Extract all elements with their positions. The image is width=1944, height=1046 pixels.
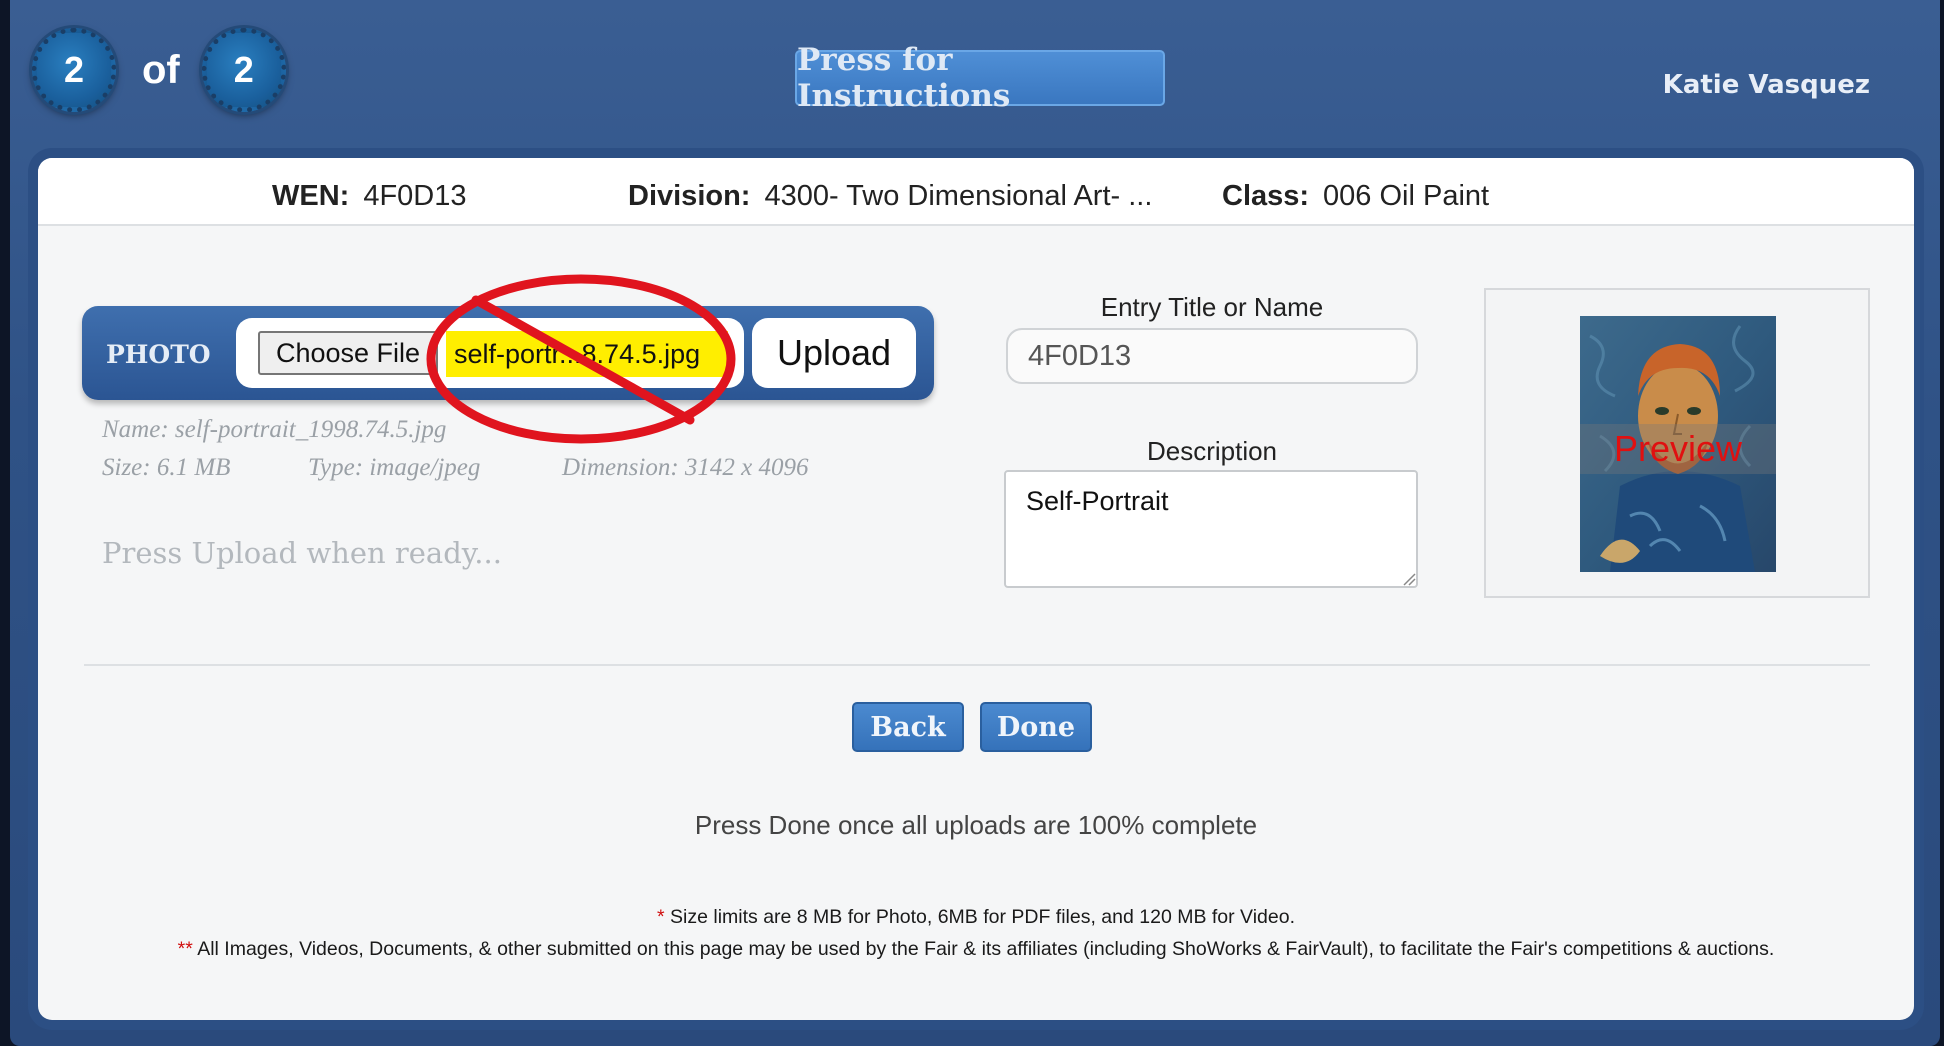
upload-status: Press Upload when ready... [102,536,502,570]
division-info: Division: 4300- Two Dimensional Art- ... [628,180,1152,213]
back-button[interactable]: Back [852,702,964,752]
class-label: Class: [1222,180,1310,212]
wen-info: WEN: 4F0D13 [272,180,467,213]
section-divider [84,664,1870,666]
upload-button[interactable]: Upload [752,318,916,388]
total-steps-badge: 2 [201,28,286,112]
class-info: Class: 006 Oil Paint [1222,180,1489,213]
usage-note-text: All Images, Videos, Documents, & other s… [197,938,1775,960]
entry-title-label: Entry Title or Name [1100,292,1324,322]
entry-info-bar: WEN: 4F0D13 Division: 4300- Two Dimensiona… [38,158,1914,226]
photo-upload-bar: PHOTO Choose File self-portr...8.74.5.jp… [82,306,934,400]
step-counter: 2 of 2 [32,28,286,112]
resize-grip-icon[interactable] [1402,572,1416,586]
file-picker: Choose File self-portr...8.74.5.jpg [236,318,744,388]
usage-note-marker: ** [177,938,193,960]
usage-rights-note: ** All Images, Videos, Documents, & othe… [38,938,1914,961]
description-textarea[interactable]: Self-Portrait [1004,470,1418,588]
selected-filename: self-portr...8.74.5.jpg [446,331,728,377]
size-limit-note: * Size limits are 8 MB for Photo, 6MB fo… [38,906,1914,929]
user-name: Katie Vasquez [1662,70,1870,100]
description-label: Description [1146,436,1278,466]
entry-card: WEN: 4F0D13 Division: 4300- Two Dimensiona… [38,158,1914,1020]
size-note-text: Size limits are 8 MB for Photo, 6MB for … [670,906,1295,928]
current-step-badge: 2 [32,28,116,112]
division-label: Division: [628,180,751,212]
wen-value: 4F0D13 [363,180,467,212]
file-type-meta: Type: image/jpeg [308,454,481,481]
done-message: Press Done once all uploads are 100% com… [694,810,1258,840]
preview-thumbnail: Preview [1580,316,1776,572]
photo-section-label: PHOTO [106,340,211,369]
preview-overlay-text: Preview [1580,424,1776,474]
instructions-button[interactable]: Press for Instructions [795,42,1165,114]
division-value: 4300- Two Dimensional Art- ... [764,180,1153,212]
wen-label: WEN: [272,180,350,212]
class-value: 006 Oil Paint [1323,180,1490,212]
file-dimension-meta: Dimension: 3142 x 4096 [562,454,809,481]
preview-panel: Preview [1484,288,1870,598]
file-name-meta: Name: self-portrait_1998.74.5.jpg [102,416,447,443]
step-of-label: of [142,47,180,92]
done-button[interactable]: Done [980,702,1092,752]
size-note-marker: * [657,906,665,928]
choose-file-button[interactable]: Choose File [258,331,438,375]
file-size-meta: Size: 6.1 MB [102,454,231,481]
entry-title-input[interactable] [1006,328,1418,384]
